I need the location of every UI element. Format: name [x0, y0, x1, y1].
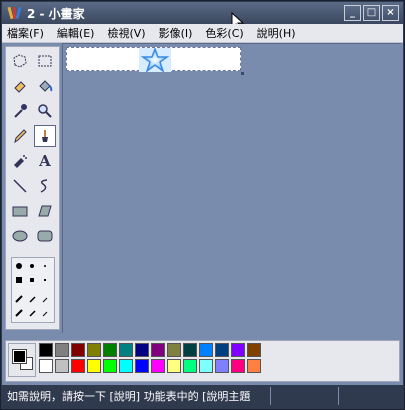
palette-swatch[interactable] [231, 343, 245, 357]
menu-file[interactable]: 檔案(F) [7, 25, 44, 41]
palette-swatch[interactable] [151, 343, 165, 357]
palette-swatch[interactable] [167, 359, 181, 373]
menu-bar: 檔案(F) 編輯(E) 檢視(V) 影像(I) 色彩(C) 說明(H) [2, 24, 403, 43]
rectangle-icon[interactable] [9, 200, 31, 222]
polygon-icon[interactable] [34, 200, 56, 222]
brush-round-large[interactable] [16, 263, 22, 269]
palette-swatch[interactable] [103, 343, 117, 357]
palette-swatch[interactable] [199, 343, 213, 357]
current-colors[interactable] [8, 343, 36, 377]
workspace: A [2, 43, 403, 385]
rect-select-icon[interactable] [34, 50, 56, 72]
star-icon [139, 48, 171, 72]
palette-swatch[interactable] [119, 359, 133, 373]
eraser-icon[interactable] [9, 75, 31, 97]
palette-swatch[interactable] [71, 359, 85, 373]
title-bar[interactable]: 2 - 小畫家 _ □ × [2, 2, 403, 32]
palette-swatch[interactable] [119, 343, 133, 357]
palette-swatch[interactable] [247, 343, 261, 357]
status-bar: 如需說明，請按一下 [說明] 功能表中的 [說明主題 [2, 385, 403, 407]
paint-window: 2 - 小畫家 _ □ × 檔案(F) 編輯(E) 檢視(V) 影像(I) 色彩… [0, 0, 405, 410]
palette-swatch[interactable] [183, 359, 197, 373]
palette-swatch[interactable] [199, 359, 213, 373]
window-title: 2 - 小畫家 [27, 6, 85, 21]
palette-swatch[interactable] [215, 359, 229, 373]
palette-swatch[interactable] [103, 359, 117, 373]
status-text: 如需說明，請按一下 [說明] 功能表中的 [說明主題 [7, 390, 251, 403]
menu-help[interactable]: 說明(H) [257, 25, 296, 41]
canvas-scroll-area [62, 43, 401, 333]
rounded-rect-icon[interactable] [34, 225, 56, 247]
palette-swatch[interactable] [135, 343, 149, 357]
magnifier-icon[interactable] [34, 100, 56, 122]
palette-swatch[interactable] [55, 359, 69, 373]
fill-bucket-icon[interactable] [34, 75, 56, 97]
minimize-button[interactable]: _ [344, 5, 361, 21]
menu-edit[interactable]: 編輯(E) [57, 25, 95, 41]
curve-icon[interactable] [34, 175, 56, 197]
menu-image[interactable]: 影像(I) [159, 25, 193, 41]
color-picker-icon[interactable] [9, 100, 31, 122]
paint-app-icon [7, 6, 22, 20]
palette-swatch[interactable] [87, 343, 101, 357]
text-icon[interactable]: A [34, 150, 56, 172]
drawing-canvas[interactable] [66, 47, 241, 72]
palette-swatch[interactable] [247, 359, 261, 373]
menu-view[interactable]: 檢視(V) [107, 25, 145, 41]
foreground-color-swatch[interactable] [12, 349, 27, 364]
brush-icon[interactable] [34, 125, 56, 147]
pencil-icon[interactable] [9, 125, 31, 147]
toolbox: A [5, 46, 60, 330]
maximize-button[interactable]: □ [363, 5, 380, 21]
palette-swatch[interactable] [135, 359, 149, 373]
palette-swatch[interactable] [87, 359, 101, 373]
close-button[interactable]: × [382, 5, 399, 21]
airbrush-icon[interactable] [9, 150, 31, 172]
color-palette [5, 340, 400, 382]
menu-colors[interactable]: 色彩(C) [205, 25, 243, 41]
palette-swatch[interactable] [39, 359, 53, 373]
brush-shape-options [11, 257, 55, 323]
line-icon[interactable] [9, 175, 31, 197]
palette-swatch[interactable] [39, 343, 53, 357]
palette-swatch[interactable] [231, 359, 245, 373]
palette-swatch[interactable] [55, 343, 69, 357]
free-select-icon[interactable] [9, 50, 31, 72]
ellipse-icon[interactable] [9, 225, 31, 247]
palette-swatch[interactable] [151, 359, 165, 373]
palette-swatch[interactable] [183, 343, 197, 357]
palette-swatch[interactable] [167, 343, 181, 357]
palette-swatch[interactable] [215, 343, 229, 357]
palette-swatch[interactable] [71, 343, 85, 357]
